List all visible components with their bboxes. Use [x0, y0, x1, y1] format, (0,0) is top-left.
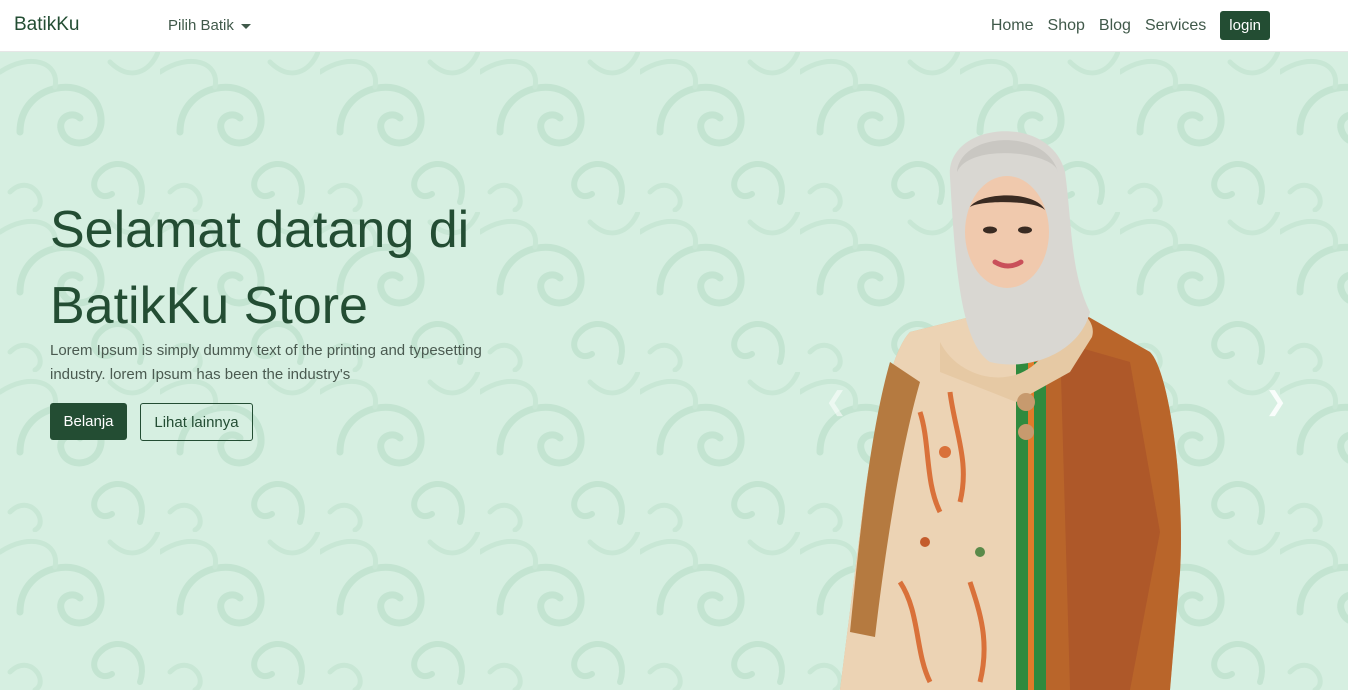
- chevron-down-icon: [240, 23, 251, 29]
- lihat-lainnya-button[interactable]: Lihat lainnya: [140, 403, 253, 441]
- batik-model-image: [840, 131, 1181, 690]
- carousel-prev-control[interactable]: ❮: [824, 388, 848, 416]
- nav-link-blog[interactable]: Blog: [1099, 17, 1131, 35]
- hero-carousel: Selamat datang di BatikKu Store Lorem Ip…: [0, 52, 1348, 690]
- chevron-left-icon: ❮: [825, 387, 847, 417]
- nav-link-services[interactable]: Services: [1145, 17, 1206, 35]
- nav-links: Home Shop Blog Services login: [991, 11, 1270, 40]
- navbar: BatikKu Pilih Batik Home Shop Blog Servi…: [0, 0, 1348, 52]
- belanja-button[interactable]: Belanja: [50, 403, 127, 440]
- carousel-next-control[interactable]: ❯: [1264, 388, 1288, 416]
- dropdown-label: Pilih Batik: [168, 17, 234, 34]
- chevron-right-icon: ❯: [1265, 387, 1287, 417]
- brand-logo[interactable]: BatikKu: [14, 14, 79, 36]
- nav-link-shop[interactable]: Shop: [1048, 17, 1085, 35]
- pilih-batik-dropdown[interactable]: Pilih Batik: [168, 17, 251, 34]
- hero-title: Selamat datang di BatikKu Store: [50, 201, 470, 335]
- nav-link-home[interactable]: Home: [991, 17, 1034, 35]
- login-button[interactable]: login: [1220, 11, 1270, 40]
- hero-description: Lorem Ipsum is simply dummy text of the …: [50, 342, 482, 383]
